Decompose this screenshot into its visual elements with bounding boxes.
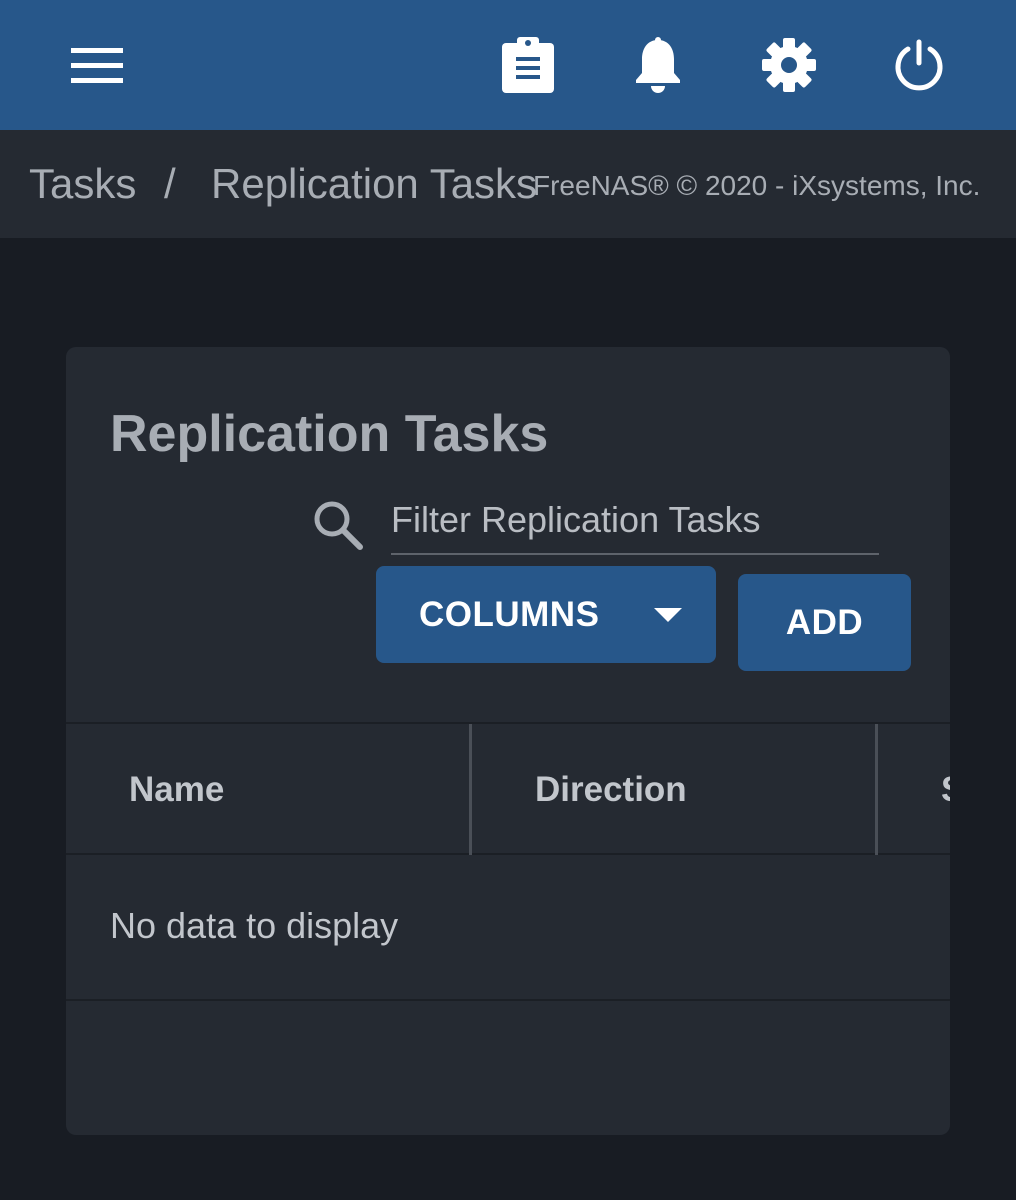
empty-message: No data to display [110, 905, 399, 946]
power-icon [895, 39, 943, 91]
breadcrumb-replication-tasks: Replication Tasks [211, 160, 538, 207]
filter-field [391, 487, 879, 555]
column-header-direction[interactable]: Direction [472, 724, 876, 855]
columns-button-label: COLUMNS [419, 594, 600, 634]
copyright-text: FreeNAS® © 2020 - iXsystems, Inc. [533, 170, 981, 201]
task-manager-button[interactable] [496, 30, 560, 100]
columns-button[interactable]: COLUMNS [376, 566, 716, 663]
power-button[interactable] [886, 32, 952, 98]
search-icon [314, 501, 363, 550]
add-button-label: ADD [785, 602, 864, 642]
alerts-button[interactable] [626, 30, 690, 100]
replication-tasks-card: Replication Tasks COLUMNS ADD Name Direc… [66, 347, 950, 1135]
column-header-name[interactable]: Name [66, 724, 470, 855]
menu-button[interactable] [66, 40, 128, 92]
menu-icon [71, 48, 123, 83]
caret-down-icon [654, 608, 682, 622]
breadcrumb-tasks[interactable]: Tasks [29, 158, 136, 210]
card-title: Replication Tasks [110, 405, 549, 463]
settings-button[interactable] [756, 32, 822, 98]
filter-input[interactable] [391, 487, 879, 553]
gear-icon [762, 38, 816, 92]
bell-icon [636, 37, 680, 93]
clipboard-icon [502, 37, 554, 93]
column-header-partial[interactable]: S [878, 724, 950, 855]
empty-table-row: No data to display [66, 855, 950, 1001]
breadcrumb-bar: Tasks / Replication Tasks FreeNAS® © 202… [0, 130, 1016, 238]
table-header: Name Direction S [66, 722, 950, 855]
top-bar [0, 0, 1016, 130]
breadcrumb-separator: / [164, 160, 176, 207]
add-button[interactable]: ADD [738, 574, 911, 671]
